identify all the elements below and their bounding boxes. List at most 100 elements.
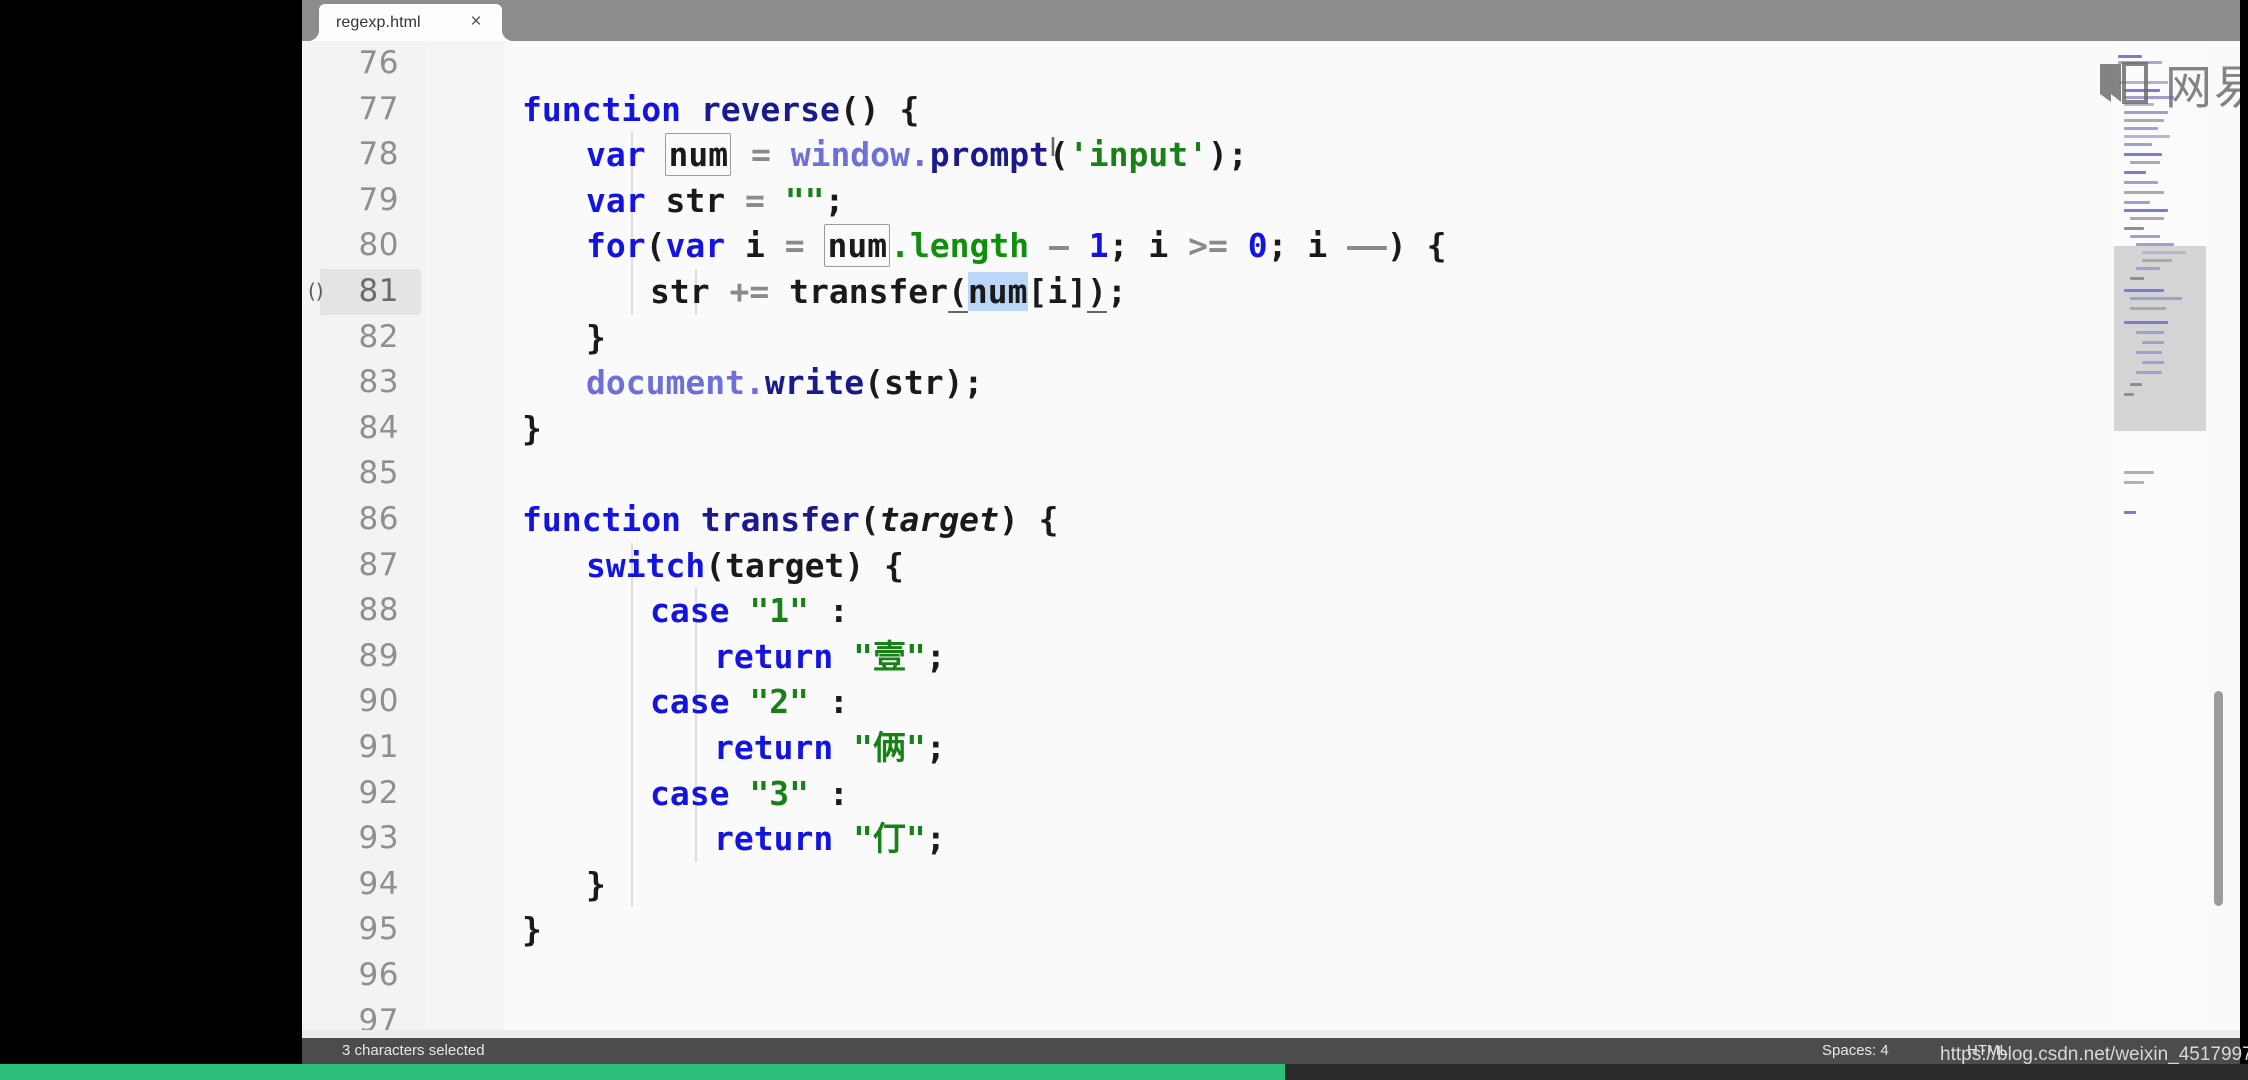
netease-cloud-classroom-logo: 网易云课	[2097, 52, 2240, 116]
code-row[interactable]: }	[505, 862, 2240, 908]
code-row[interactable]: document.write(str);	[505, 360, 2240, 406]
token-keyword-case: case	[650, 591, 730, 631]
token-string-2: "2"	[749, 682, 809, 722]
token-function-call-transfer: transfer	[789, 272, 949, 311]
token-keyword-function: function	[522, 500, 681, 539]
line-number: 84	[358, 409, 399, 446]
token-number-0: 0	[1247, 226, 1268, 266]
token-string-sa: "仃"	[853, 819, 926, 859]
token-identifier-i: i	[1307, 226, 1328, 266]
code-row[interactable]: case "3" :	[505, 771, 2240, 817]
line-number: 91	[358, 729, 399, 765]
code-line-91: return "俩";	[714, 728, 946, 767]
token-identifier-str: str	[650, 272, 710, 311]
code-line-92: case "3" :	[650, 773, 849, 813]
fold-column[interactable]	[427, 41, 505, 1038]
video-progress-remaining	[1285, 1064, 2248, 1080]
line-number: 76	[358, 45, 399, 81]
video-progress-track[interactable]	[0, 1064, 2248, 1080]
code-row[interactable]: case "1" :	[505, 588, 2240, 634]
code-row[interactable]	[505, 953, 2240, 999]
code-row[interactable]: return "仃";	[505, 816, 2240, 862]
code-line-87: switch(target) {	[586, 545, 904, 585]
token-keyword-function: function	[522, 89, 681, 129]
vertical-scrollbar-track[interactable]	[2212, 41, 2234, 1038]
code-row[interactable]: }	[505, 406, 2240, 452]
tab-regexp-html[interactable]: regexp.html ×	[308, 4, 513, 41]
token-string-yi: "壹"	[853, 636, 926, 676]
status-selection-info: 3 characters selected	[342, 1042, 485, 1059]
code-text-area[interactable]: I function reverse() { var num = window.…	[505, 41, 2240, 1038]
tab-label: regexp.html	[336, 13, 421, 31]
vertical-scrollbar-thumb[interactable]	[2214, 691, 2223, 906]
code-row[interactable]: }	[505, 907, 2240, 953]
line-number: 89	[358, 637, 399, 674]
code-line-86: function transfer(target) {	[522, 500, 1059, 539]
token-param-target: target	[879, 500, 999, 539]
code-editor[interactable]: 76 77 78 79 80 () 81 82 83 84 85 86 87 8…	[302, 41, 2240, 1039]
code-row[interactable]: return "俩";	[505, 725, 2240, 771]
tab-bar: regexp.html ×	[302, 0, 2240, 41]
token-string-lia: "俩"	[853, 728, 926, 767]
token-keyword-case: case	[650, 773, 730, 813]
token-keyword-for: for	[586, 226, 646, 266]
token-string-1: "1"	[749, 591, 809, 631]
minimap-viewport[interactable]	[2114, 246, 2206, 431]
token-identifier-i: i	[1148, 226, 1169, 266]
token-method-write: write	[764, 363, 865, 403]
code-row[interactable]: var num = window.prompt('input');	[505, 132, 2240, 178]
line-number: 79	[358, 181, 399, 218]
code-line-82: }	[586, 317, 606, 357]
token-keyword-var: var	[586, 135, 646, 175]
token-identifier-str: str	[884, 363, 944, 403]
video-progress-fill	[0, 1064, 1285, 1080]
token-keyword-var: var	[586, 180, 646, 220]
code-line-78: var num = window.prompt('input');	[586, 133, 1248, 177]
code-row[interactable]: function transfer(target) {	[505, 497, 2240, 543]
token-selected-num[interactable]: num	[967, 272, 1028, 311]
code-line-80: for(var i = num.length – 1; i >= 0; i ––…	[586, 224, 1447, 268]
code-row[interactable]: }	[505, 315, 2240, 361]
code-line-95: }	[522, 910, 542, 950]
code-line-84: }	[522, 408, 542, 448]
function-marker-icon[interactable]: ()	[308, 269, 324, 315]
code-row[interactable]: case "2" :	[505, 679, 2240, 725]
token-identifier-i: i	[744, 226, 765, 266]
line-number: 93	[358, 820, 399, 857]
token-identifier-str: str	[665, 180, 726, 220]
token-identifier-target: target	[725, 545, 845, 585]
code-line-79: var str = "";	[586, 180, 845, 220]
code-row[interactable]: var str = "";	[505, 178, 2240, 224]
code-line-77: function reverse() {	[522, 89, 920, 129]
line-number: 83	[358, 364, 399, 401]
code-line-89: return "壹";	[714, 636, 946, 676]
token-identifier-num: num	[665, 133, 732, 177]
code-row-active[interactable]: str += transfer(num[i]);	[505, 269, 2240, 315]
token-keyword-case: case	[650, 682, 730, 722]
code-row[interactable]: function reverse() {	[505, 87, 2240, 133]
line-number: 92	[358, 774, 399, 811]
code-line-88: case "1" :	[650, 591, 849, 631]
code-line-93: return "仃";	[714, 819, 946, 859]
status-indent-setting[interactable]: Spaces: 4	[1822, 1038, 1889, 1064]
close-icon[interactable]: ×	[466, 12, 486, 32]
code-row[interactable]: for(var i = num.length – 1; i >= 0; i ––…	[505, 223, 2240, 269]
token-keyword-return: return	[714, 819, 834, 859]
code-row[interactable]	[505, 41, 2240, 87]
editor-bottom-edge	[302, 1030, 2240, 1038]
token-method-prompt: prompt	[929, 135, 1050, 175]
code-row[interactable]: switch(target) {	[505, 543, 2240, 589]
token-string-3: "3"	[749, 773, 809, 813]
code-row[interactable]	[505, 451, 2240, 497]
line-number: 78	[358, 136, 399, 173]
token-keyword-return: return	[714, 728, 834, 767]
code-row[interactable]: return "壹";	[505, 634, 2240, 680]
editor-window: regexp.html × 76 77 78 79 80 () 81 82 83…	[302, 0, 2240, 1080]
csdn-watermark: https://blog.csdn.net/weixin_45179978	[1940, 1044, 2248, 1065]
code-line-90: case "2" :	[650, 682, 849, 722]
minimap[interactable]	[2114, 41, 2206, 1038]
line-number: 82	[358, 318, 399, 355]
token-function-name-transfer: transfer	[700, 500, 860, 539]
